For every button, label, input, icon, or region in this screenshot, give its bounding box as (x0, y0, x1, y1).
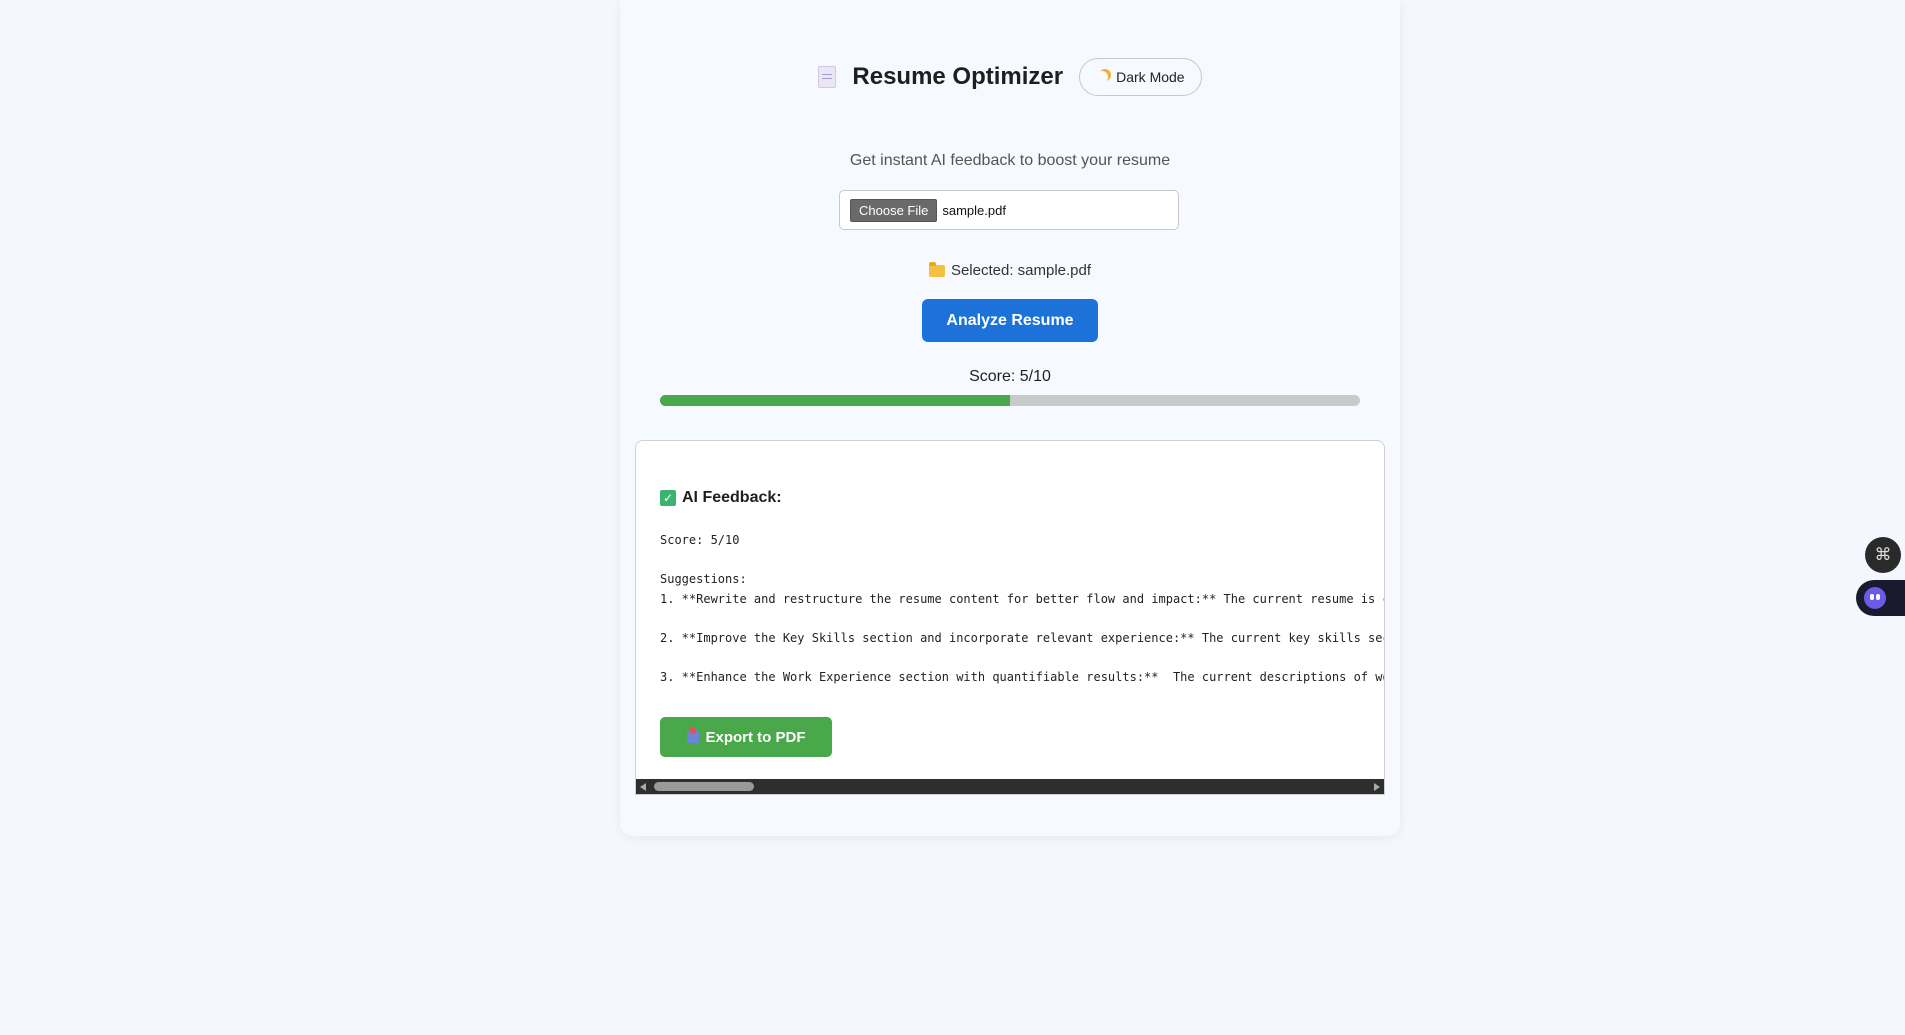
horizontal-scrollbar[interactable] (636, 779, 1384, 794)
dark-mode-label: Dark Mode (1116, 69, 1185, 85)
bot-icon (1864, 587, 1886, 609)
export-pdf-button[interactable]: Export to PDF (660, 717, 832, 757)
moon-icon (1096, 71, 1108, 83)
scroll-left-icon[interactable] (640, 783, 646, 791)
analyze-resume-button[interactable]: Analyze Resume (922, 299, 1098, 342)
selected-file-text: Selected: sample.pdf (950, 262, 1092, 279)
outbox-icon (686, 727, 699, 743)
check-icon: ✓ (660, 490, 676, 506)
feedback-text: Score: 5/10 Suggestions: 1. **Rewrite an… (660, 533, 1384, 684)
folder-icon (928, 261, 945, 277)
export-label: Export to PDF (705, 728, 806, 746)
feedback-panel: ✓ AI Feedback: Score: 5/10 Suggestions: … (635, 440, 1385, 795)
feedback-heading: ✓ AI Feedback: (660, 489, 782, 507)
header: Resume Optimizer Dark Mode (620, 58, 1400, 96)
selected-file-status: Selected: sample.pdf (620, 261, 1400, 279)
assistant-widget[interactable] (1856, 580, 1905, 616)
page-title: Resume Optimizer (852, 63, 1064, 90)
feedback-heading-label: AI Feedback: (682, 489, 782, 506)
score-label: Score: 5/10 (969, 368, 1051, 385)
score-progress-fill (660, 395, 1010, 406)
dark-mode-button[interactable]: Dark Mode (1079, 58, 1202, 96)
file-input[interactable]: Choose File sample.pdf (839, 190, 1179, 230)
choose-file-button[interactable]: Choose File (850, 198, 938, 222)
command-icon[interactable]: ⌘ (1865, 537, 1901, 573)
main-card: Resume Optimizer Dark Mode Get instant A… (620, 0, 1400, 836)
file-name: sample.pdf (942, 202, 1006, 218)
scroll-thumb[interactable] (654, 782, 754, 791)
scroll-right-icon[interactable] (1374, 783, 1380, 791)
document-icon (818, 66, 837, 88)
subtitle: Get instant AI feedback to boost your re… (849, 152, 1171, 169)
score-progress-bar (660, 395, 1360, 406)
